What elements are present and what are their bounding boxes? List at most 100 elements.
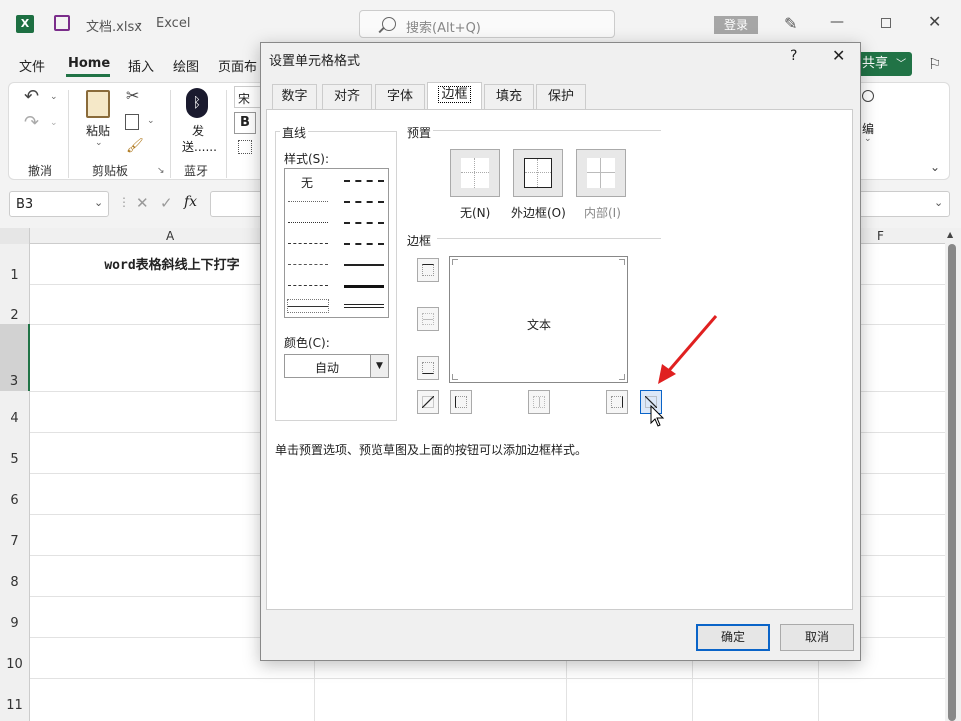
select-all-corner[interactable] bbox=[0, 228, 30, 244]
undo-dropdown-icon[interactable]: ⌄ bbox=[50, 92, 58, 102]
share-label: 共享 bbox=[862, 56, 889, 71]
tab-protection[interactable]: 保护 bbox=[536, 84, 586, 110]
column-f-header[interactable]: F bbox=[877, 229, 884, 243]
borders-icon[interactable] bbox=[238, 140, 252, 154]
style-label: 样式(S): bbox=[284, 152, 330, 166]
edit-dropdown-icon[interactable]: ⌄ bbox=[864, 134, 872, 144]
tab-font[interactable]: 字体 bbox=[375, 84, 425, 110]
paste-dropdown-icon[interactable]: ⌄ bbox=[95, 138, 103, 148]
border-right-button[interactable] bbox=[606, 390, 628, 414]
insert-function-button[interactable]: fx bbox=[184, 194, 197, 210]
dialog-close-button[interactable]: ✕ bbox=[832, 46, 845, 65]
name-box[interactable]: B3 ⌄ bbox=[9, 191, 109, 217]
preset-inside-label[interactable]: 内部(I) bbox=[584, 204, 621, 221]
border-diagonal-up-button[interactable] bbox=[417, 390, 439, 414]
undo-group-label: 撤消 bbox=[28, 164, 53, 178]
undo-icon[interactable]: ↶ bbox=[24, 86, 39, 107]
preset-none-label[interactable]: 无(N) bbox=[460, 204, 490, 221]
paste-label[interactable]: 粘贴 bbox=[86, 122, 110, 139]
line-style-thick[interactable] bbox=[344, 285, 384, 288]
ok-button[interactable]: 确定 bbox=[696, 624, 770, 651]
column-a-header[interactable]: A bbox=[166, 229, 174, 243]
row-header-4[interactable]: 4 bbox=[0, 391, 30, 432]
style-none[interactable]: 无 bbox=[301, 174, 313, 191]
formula-expand-icon[interactable]: ⌄ bbox=[934, 196, 943, 209]
tab-border[interactable]: 边框 bbox=[427, 82, 482, 110]
row-header-9[interactable]: 9 bbox=[0, 596, 30, 637]
minimize-icon[interactable]: — bbox=[830, 14, 844, 30]
dialog-launcher-icon[interactable]: ↘ bbox=[157, 166, 165, 176]
line-style-slant-dash-dot[interactable] bbox=[344, 201, 384, 203]
ribbon-collapse-icon[interactable]: ⌄ bbox=[930, 160, 940, 174]
search-box[interactable]: 搜索(Alt+Q) bbox=[359, 10, 615, 38]
line-style-dotted[interactable] bbox=[288, 222, 328, 223]
copy-icon[interactable] bbox=[125, 114, 139, 130]
scrollbar-thumb[interactable] bbox=[948, 244, 956, 721]
line-style-double[interactable] bbox=[344, 304, 384, 308]
menu-page-layout[interactable]: 页面布 bbox=[218, 56, 257, 75]
row-header-2[interactable]: 2 bbox=[0, 284, 30, 324]
preset-none-button[interactable] bbox=[450, 149, 500, 197]
share-button[interactable]: 共享 ﹀ bbox=[852, 52, 912, 76]
row-header-7[interactable]: 7 bbox=[0, 514, 30, 555]
color-label: 颜色(C): bbox=[284, 336, 330, 350]
line-style-dash-dot-dot[interactable] bbox=[288, 243, 328, 244]
border-bottom-button[interactable] bbox=[417, 356, 439, 380]
help-button[interactable]: ? bbox=[790, 48, 797, 64]
line-style-medium-dash-dot-dot[interactable] bbox=[344, 180, 384, 182]
cancel-entry-icon[interactable]: ✕ bbox=[136, 194, 149, 212]
window-close-icon[interactable]: ✕ bbox=[928, 12, 941, 31]
border-inside-vertical-button[interactable] bbox=[528, 390, 550, 414]
menu-draw[interactable]: 绘图 bbox=[173, 56, 199, 75]
line-style-dash-dot[interactable] bbox=[288, 264, 328, 265]
tab-fill[interactable]: 填充 bbox=[484, 84, 534, 110]
border-left-button[interactable] bbox=[450, 390, 472, 414]
scroll-up-icon[interactable]: ▲ bbox=[947, 230, 953, 239]
redo-icon[interactable]: ↷ bbox=[24, 112, 39, 133]
line-style-medium-dashed[interactable] bbox=[344, 243, 384, 245]
format-painter-icon[interactable]: 🖌 bbox=[126, 138, 144, 154]
send-label-2[interactable]: 送...... bbox=[182, 138, 217, 155]
preset-outline-label[interactable]: 外边框(O) bbox=[511, 204, 566, 221]
paste-icon[interactable] bbox=[86, 90, 110, 118]
find-icon[interactable] bbox=[862, 90, 874, 102]
menu-insert[interactable]: 插入 bbox=[128, 56, 154, 75]
send-label-1[interactable]: 发 bbox=[192, 122, 204, 139]
copy-dropdown-icon[interactable]: ⌄ bbox=[147, 116, 155, 126]
app-name: Excel bbox=[156, 16, 191, 31]
preset-outline-button[interactable] bbox=[513, 149, 563, 197]
name-box-dropdown-icon[interactable]: ⌄ bbox=[94, 196, 103, 209]
line-color-select[interactable]: 自动 ▼ bbox=[284, 354, 389, 378]
line-style-hair[interactable] bbox=[288, 201, 328, 202]
comment-icon[interactable]: ⚐ bbox=[928, 55, 941, 73]
row-header-11[interactable]: 11 bbox=[0, 678, 30, 721]
row-header-5[interactable]: 5 bbox=[0, 432, 30, 473]
color-dropdown-icon[interactable]: ▼ bbox=[370, 355, 388, 377]
login-button[interactable]: 登录 bbox=[714, 16, 758, 34]
save-icon[interactable] bbox=[54, 15, 70, 31]
row-header-1[interactable]: 1 bbox=[0, 244, 30, 284]
line-style-medium-dash-dot[interactable] bbox=[344, 222, 384, 224]
row-header-3[interactable]: 3 bbox=[0, 324, 30, 391]
redo-dropdown-icon[interactable]: ⌄ bbox=[50, 118, 58, 128]
bold-button[interactable]: B bbox=[234, 112, 256, 134]
maximize-icon[interactable] bbox=[881, 18, 891, 28]
border-inside-horizontal-button[interactable] bbox=[417, 307, 439, 331]
row-header-10[interactable]: 10 bbox=[0, 637, 30, 678]
line-style-medium[interactable] bbox=[344, 264, 384, 266]
line-style-thin[interactable] bbox=[288, 306, 328, 307]
tab-number[interactable]: 数字 bbox=[272, 84, 317, 110]
cut-icon[interactable]: ✂ bbox=[126, 86, 139, 105]
row-header-8[interactable]: 8 bbox=[0, 555, 30, 596]
row-header-6[interactable]: 6 bbox=[0, 473, 30, 514]
confirm-entry-icon[interactable]: ✓ bbox=[160, 194, 173, 212]
pen-icon[interactable]: ✎ bbox=[784, 14, 797, 33]
line-style-dashed[interactable] bbox=[288, 285, 328, 286]
cancel-button[interactable]: 取消 bbox=[780, 624, 854, 651]
bluetooth-icon[interactable]: ᛒ bbox=[186, 88, 208, 118]
tab-alignment[interactable]: 对齐 bbox=[322, 84, 372, 110]
border-top-button[interactable] bbox=[417, 258, 439, 282]
preset-inside-button[interactable] bbox=[576, 149, 626, 197]
menu-home[interactable]: Home bbox=[68, 56, 110, 71]
menu-file[interactable]: 文件 bbox=[19, 56, 45, 75]
